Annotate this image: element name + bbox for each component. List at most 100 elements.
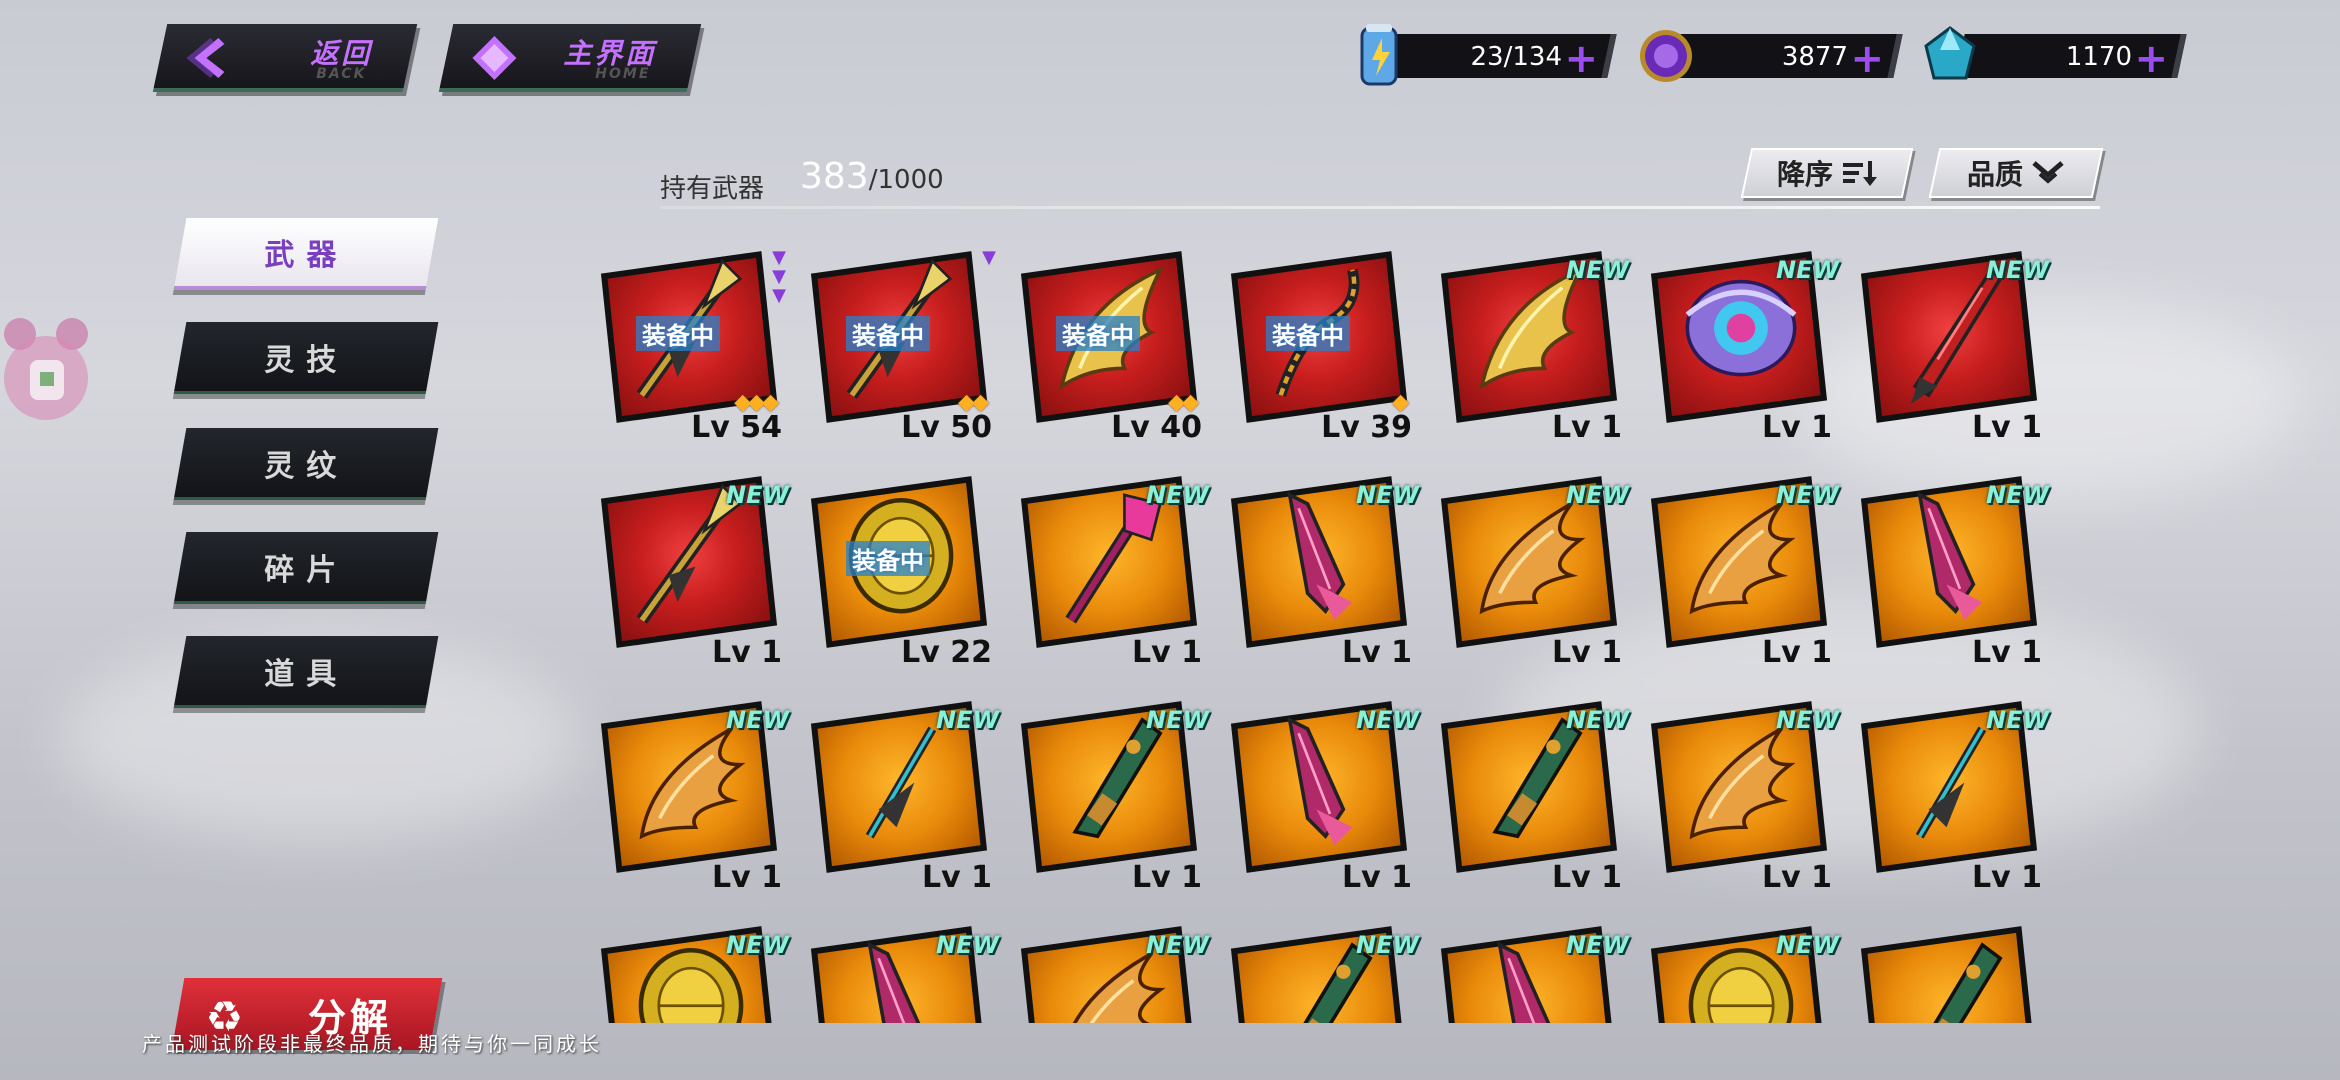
weapon-card[interactable]: NEW Lv 1 — [806, 698, 999, 898]
sort-descending-icon — [1843, 161, 1877, 186]
weapon-level: Lv 50 — [901, 410, 992, 445]
quality-filter-label: 品质 — [1966, 158, 2023, 191]
weapon-level: Lv 1 — [1552, 635, 1622, 670]
new-badge: NEW — [1776, 706, 1839, 734]
owned-weapons-label: 持有武器 — [660, 174, 765, 204]
weapon-card[interactable]: NEW Lv 1 — [1226, 698, 1419, 898]
new-badge: NEW — [1776, 481, 1839, 509]
crystal-value: 1170 — [2065, 42, 2132, 72]
weapon-level: Lv 1 — [1132, 635, 1202, 670]
sort-order-button[interactable]: 降序 — [1740, 148, 1914, 198]
tab-weapons[interactable]: 武器 — [173, 218, 439, 290]
weapon-card[interactable]: 装备中 ◆◆ ▼ Lv 50 — [806, 248, 996, 448]
owned-weapons-count: 383/1000 — [800, 156, 944, 197]
weapon-level: Lv 22 — [901, 635, 992, 670]
new-badge: NEW — [1986, 256, 2049, 284]
new-badge: NEW — [1146, 481, 1209, 509]
chevron-down-icon — [2032, 161, 2064, 184]
new-badge: NEW — [1776, 256, 1839, 284]
tab-fragments[interactable]: 碎片 — [173, 532, 439, 604]
weapon-card[interactable]: NEW — [596, 923, 789, 1023]
header-divider — [660, 206, 2100, 209]
weapon-card[interactable]: NEW Lv 1 — [1436, 473, 1629, 673]
new-badge: NEW — [726, 481, 789, 509]
back-button[interactable]: 返回 BACK — [152, 24, 418, 92]
weapon-card[interactable]: NEW Lv 1 — [1226, 473, 1419, 673]
weapon-level: Lv 1 — [1762, 860, 1832, 895]
weapon-card[interactable]: NEW Lv 1 — [1646, 473, 1839, 673]
weapon-card[interactable]: 装备中 ◆◆ Lv 40 — [1016, 248, 1206, 448]
weapon-level: Lv 39 — [1321, 410, 1412, 445]
energy-can-icon — [1360, 24, 1398, 86]
weapon-level: Lv 40 — [1111, 410, 1202, 445]
weapon-card[interactable]: NEW Lv 1 — [1856, 248, 2049, 448]
crystal-resource: 1170 + — [1920, 26, 2190, 82]
new-badge: NEW — [1356, 931, 1419, 959]
new-badge: NEW — [726, 931, 789, 959]
quality-filter-button[interactable]: 品质 — [1928, 148, 2104, 198]
weapon-card[interactable] — [1856, 923, 2046, 1023]
weapon-card[interactable]: NEW Lv 1 — [1646, 248, 1839, 448]
tab-items-label: 道具 — [264, 656, 349, 692]
purple-coin-icon — [1640, 30, 1692, 82]
new-badge: NEW — [1146, 706, 1209, 734]
new-badge: NEW — [1566, 256, 1629, 284]
weapon-level: Lv 1 — [712, 635, 782, 670]
weapon-level: Lv 1 — [1342, 860, 1412, 895]
weapon-level: Lv 1 — [1762, 635, 1832, 670]
equipped-badge: 装备中 — [846, 316, 930, 351]
weapon-card[interactable]: NEW — [1226, 923, 1419, 1023]
new-badge: NEW — [1566, 931, 1629, 959]
blue-crystal-icon — [1924, 26, 1976, 80]
weapon-card[interactable]: NEW Lv 1 — [1436, 248, 1629, 448]
weapon-level: Lv 1 — [1972, 860, 2042, 895]
add-coin-button[interactable]: + — [1850, 36, 1884, 82]
weapon-card[interactable]: NEW Lv 1 — [1016, 698, 1209, 898]
weapon-card[interactable]: NEW Lv 1 — [1856, 473, 2049, 673]
equipped-badge: 装备中 — [636, 316, 720, 351]
new-badge: NEW — [1776, 931, 1839, 959]
new-badge: NEW — [1986, 481, 2049, 509]
weapon-level: Lv 1 — [1552, 860, 1622, 895]
tab-weapons-label: 武器 — [264, 238, 349, 273]
new-badge: NEW — [936, 706, 999, 734]
weapon-card[interactable]: NEW Lv 1 — [1856, 698, 2049, 898]
weapon-card[interactable]: NEW Lv 1 — [1016, 473, 1209, 673]
tab-runes[interactable]: 灵纹 — [173, 428, 439, 500]
add-crystal-button[interactable]: + — [2134, 36, 2168, 82]
weapon-level: Lv 1 — [1132, 860, 1202, 895]
diamond-icon — [472, 36, 517, 80]
weapon-card[interactable]: NEW — [1016, 923, 1209, 1023]
weapon-level: Lv 1 — [1972, 410, 2042, 445]
weapon-level: Lv 1 — [1972, 635, 2042, 670]
tab-fragments-label: 碎片 — [264, 552, 349, 588]
weapon-card[interactable]: NEW — [1646, 923, 1839, 1023]
equipped-badge: 装备中 — [846, 541, 930, 576]
mascot-icon — [4, 318, 88, 420]
owned-total: /1000 — [868, 165, 944, 195]
tab-items[interactable]: 道具 — [173, 636, 439, 708]
weapon-level: Lv 1 — [922, 860, 992, 895]
new-badge: NEW — [1146, 931, 1209, 959]
tab-skills-label: 灵技 — [264, 342, 349, 378]
weapon-level: Lv 54 — [691, 410, 782, 445]
stamina-value: 23/134 — [1470, 42, 1562, 72]
equipped-badge: 装备中 — [1056, 316, 1140, 351]
gun-weapon-icon — [1927, 942, 2003, 1023]
add-stamina-button[interactable]: + — [1564, 36, 1598, 82]
weapon-card[interactable]: NEW Lv 1 — [596, 473, 789, 673]
weapon-card[interactable]: NEW Lv 1 — [1646, 698, 1839, 898]
upgrade-arrow-icon: ▼ ▼ ▼ — [772, 248, 786, 306]
home-button[interactable]: 主界面 HOME — [438, 24, 702, 92]
weapon-grid: 装备中 ◆◆◆ ▼ ▼ ▼ Lv 54 装备中 ◆◆ ▼ Lv 50 装备中 ◆◆ Lv 40 装备中 ◆ L… — [596, 248, 2056, 1023]
weapon-level: Lv 1 — [1342, 635, 1412, 670]
weapon-card[interactable]: 装备中 ◆ Lv 39 — [1226, 248, 1416, 448]
weapon-card[interactable]: NEW Lv 1 — [596, 698, 789, 898]
weapon-card[interactable]: 装备中 ◆◆◆ ▼ ▼ ▼ Lv 54 — [596, 248, 786, 448]
weapon-card[interactable]: NEW — [806, 923, 999, 1023]
weapon-card[interactable]: NEW — [1436, 923, 1629, 1023]
weapon-card[interactable]: 装备中 Lv 22 — [806, 473, 996, 673]
weapon-card[interactable]: NEW Lv 1 — [1436, 698, 1629, 898]
weapon-level: Lv 1 — [712, 860, 782, 895]
tab-skills[interactable]: 灵技 — [173, 322, 439, 394]
